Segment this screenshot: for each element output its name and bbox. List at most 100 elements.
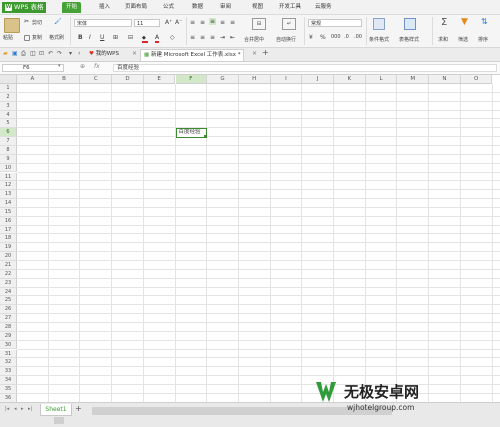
name-box[interactable]: F6 [2,64,64,72]
table-style-icon[interactable] [404,18,416,30]
align-middle-icon[interactable]: ≡ [200,19,205,26]
row-header-11[interactable]: 11 [0,173,17,182]
thousands-icon[interactable]: 000 [331,34,341,40]
align-justify-icon[interactable]: ≡ [220,19,225,26]
row-header-27[interactable]: 27 [0,314,17,323]
copy-icon[interactable] [24,35,30,41]
row-header-2[interactable]: 2 [0,93,17,102]
row-header-12[interactable]: 12 [0,181,17,190]
select-all-corner[interactable] [0,75,17,84]
row-header-28[interactable]: 28 [0,323,17,332]
row-header-36[interactable]: 36 [0,394,17,402]
close-icon[interactable]: × [252,50,257,57]
folder-icon[interactable]: ▰ [3,50,8,57]
row-header-33[interactable]: 33 [0,367,17,376]
copy-button[interactable]: 复制 [32,34,42,41]
column-header-n[interactable]: N [429,75,461,84]
align-bottom-icon[interactable]: ≡ [209,18,216,25]
row-header-16[interactable]: 16 [0,217,17,226]
filter-button[interactable]: 筛选 [458,36,468,43]
menu-tab-review[interactable]: 审阅 [216,2,235,13]
row-header-19[interactable]: 19 [0,243,17,252]
row-header-29[interactable]: 29 [0,332,17,341]
undo-icon[interactable]: ↶ [48,50,53,57]
row-header-32[interactable]: 32 [0,358,17,367]
menu-tab-developer[interactable]: 开发工具 [275,2,305,13]
decimal-decrease-icon[interactable]: .00 [354,34,362,40]
column-header-e[interactable]: E [144,75,176,84]
cut-button[interactable]: 剪切 [32,19,42,26]
underline-icon[interactable]: U [100,34,104,41]
row-header-7[interactable]: 7 [0,137,17,146]
font-name-select[interactable]: 宋体 [74,19,132,27]
align-top-icon[interactable]: ≡ [190,19,195,26]
filter-icon[interactable]: ▼ [461,17,468,27]
app-menu-button[interactable]: WWPS 表格 ▾ [2,2,46,13]
print-preview-icon[interactable]: ◫ [30,50,36,57]
align-left-icon[interactable]: ≡ [190,34,195,41]
row-header-4[interactable]: 4 [0,111,17,120]
row-header-34[interactable]: 34 [0,376,17,385]
sort-icon[interactable]: ⇅ [481,17,488,26]
row-header-24[interactable]: 24 [0,288,17,297]
menu-tab-cloud[interactable]: 云服务 [311,2,336,13]
menu-tab-formula[interactable]: 公式 [159,2,178,13]
redo-icon[interactable]: ↷ [57,50,62,57]
row-header-30[interactable]: 30 [0,341,17,350]
tab-scroll-left-icon[interactable]: ‹ [78,50,80,57]
column-header-l[interactable]: L [366,75,398,84]
row-header-6[interactable]: 6 [0,128,17,137]
column-header-b[interactable]: B [49,75,81,84]
row-header-14[interactable]: 14 [0,199,17,208]
column-header-c[interactable]: C [80,75,112,84]
number-format-select[interactable]: 常规 [308,19,362,27]
border-icon[interactable]: ⊞ [113,34,118,41]
merge-cells-icon[interactable]: ⊟ [128,34,133,41]
italic-icon[interactable]: I [89,34,91,41]
next-sheet-icon[interactable]: ▸ [21,406,24,412]
print-icon[interactable]: ⎙ [21,50,26,58]
row-header-5[interactable]: 5 [0,119,17,128]
new-tab-button[interactable]: + [262,48,269,57]
indent-icon[interactable]: ⇥ [220,34,225,41]
paste-button[interactable]: 粘贴 [3,34,13,41]
insert-function-button[interactable]: fx [94,63,100,70]
conditional-format-icon[interactable] [373,18,385,30]
align-right-icon[interactable]: ≡ [210,34,215,41]
font-size-select[interactable]: 11 [134,19,160,27]
add-sheet-button[interactable]: + [75,404,82,413]
worksheet-grid[interactable]: ABCDEFGHIJKLMNO1234567891011121314151617… [0,75,500,402]
sheet-tab-sheet1[interactable]: Sheet1 [40,404,72,416]
paste-icon[interactable] [4,18,20,33]
formula-input[interactable]: 百度经验 [113,64,497,72]
sum-icon[interactable]: Σ [441,17,447,28]
row-header-13[interactable]: 13 [0,190,17,199]
wrap-text-button[interactable]: 自动换行 [276,36,296,43]
preview-icon[interactable]: ⊡ [39,50,44,57]
align-center-icon[interactable]: ≡ [200,34,205,41]
table-style-button[interactable]: 表格样式 [399,36,419,43]
menu-tab-home[interactable]: 开始 [62,2,81,13]
merge-center-button[interactable]: 合并居中 [244,36,264,43]
currency-icon[interactable]: ¥ [309,34,313,41]
row-header-17[interactable]: 17 [0,226,17,235]
row-header-35[interactable]: 35 [0,385,17,394]
column-header-i[interactable]: I [271,75,303,84]
column-header-j[interactable]: J [302,75,334,84]
conditional-format-button[interactable]: 条件格式 [369,36,389,43]
row-header-26[interactable]: 26 [0,305,17,314]
chevron-down-icon[interactable]: ▾ [69,50,72,57]
column-header-g[interactable]: G [207,75,239,84]
menu-tab-insert[interactable]: 插入 [95,2,114,13]
column-header-m[interactable]: M [397,75,429,84]
row-header-23[interactable]: 23 [0,279,17,288]
wrap-text-icon[interactable]: ↵ [282,18,296,30]
row-header-1[interactable]: 1 [0,84,17,93]
decimal-increase-icon[interactable]: .0 [344,34,349,40]
row-header-25[interactable]: 25 [0,296,17,305]
column-header-a[interactable]: A [17,75,49,84]
row-header-20[interactable]: 20 [0,252,17,261]
row-header-22[interactable]: 22 [0,270,17,279]
active-cell-f6[interactable]: 百度经验 [176,128,208,138]
row-header-31[interactable]: 31 [0,350,17,359]
